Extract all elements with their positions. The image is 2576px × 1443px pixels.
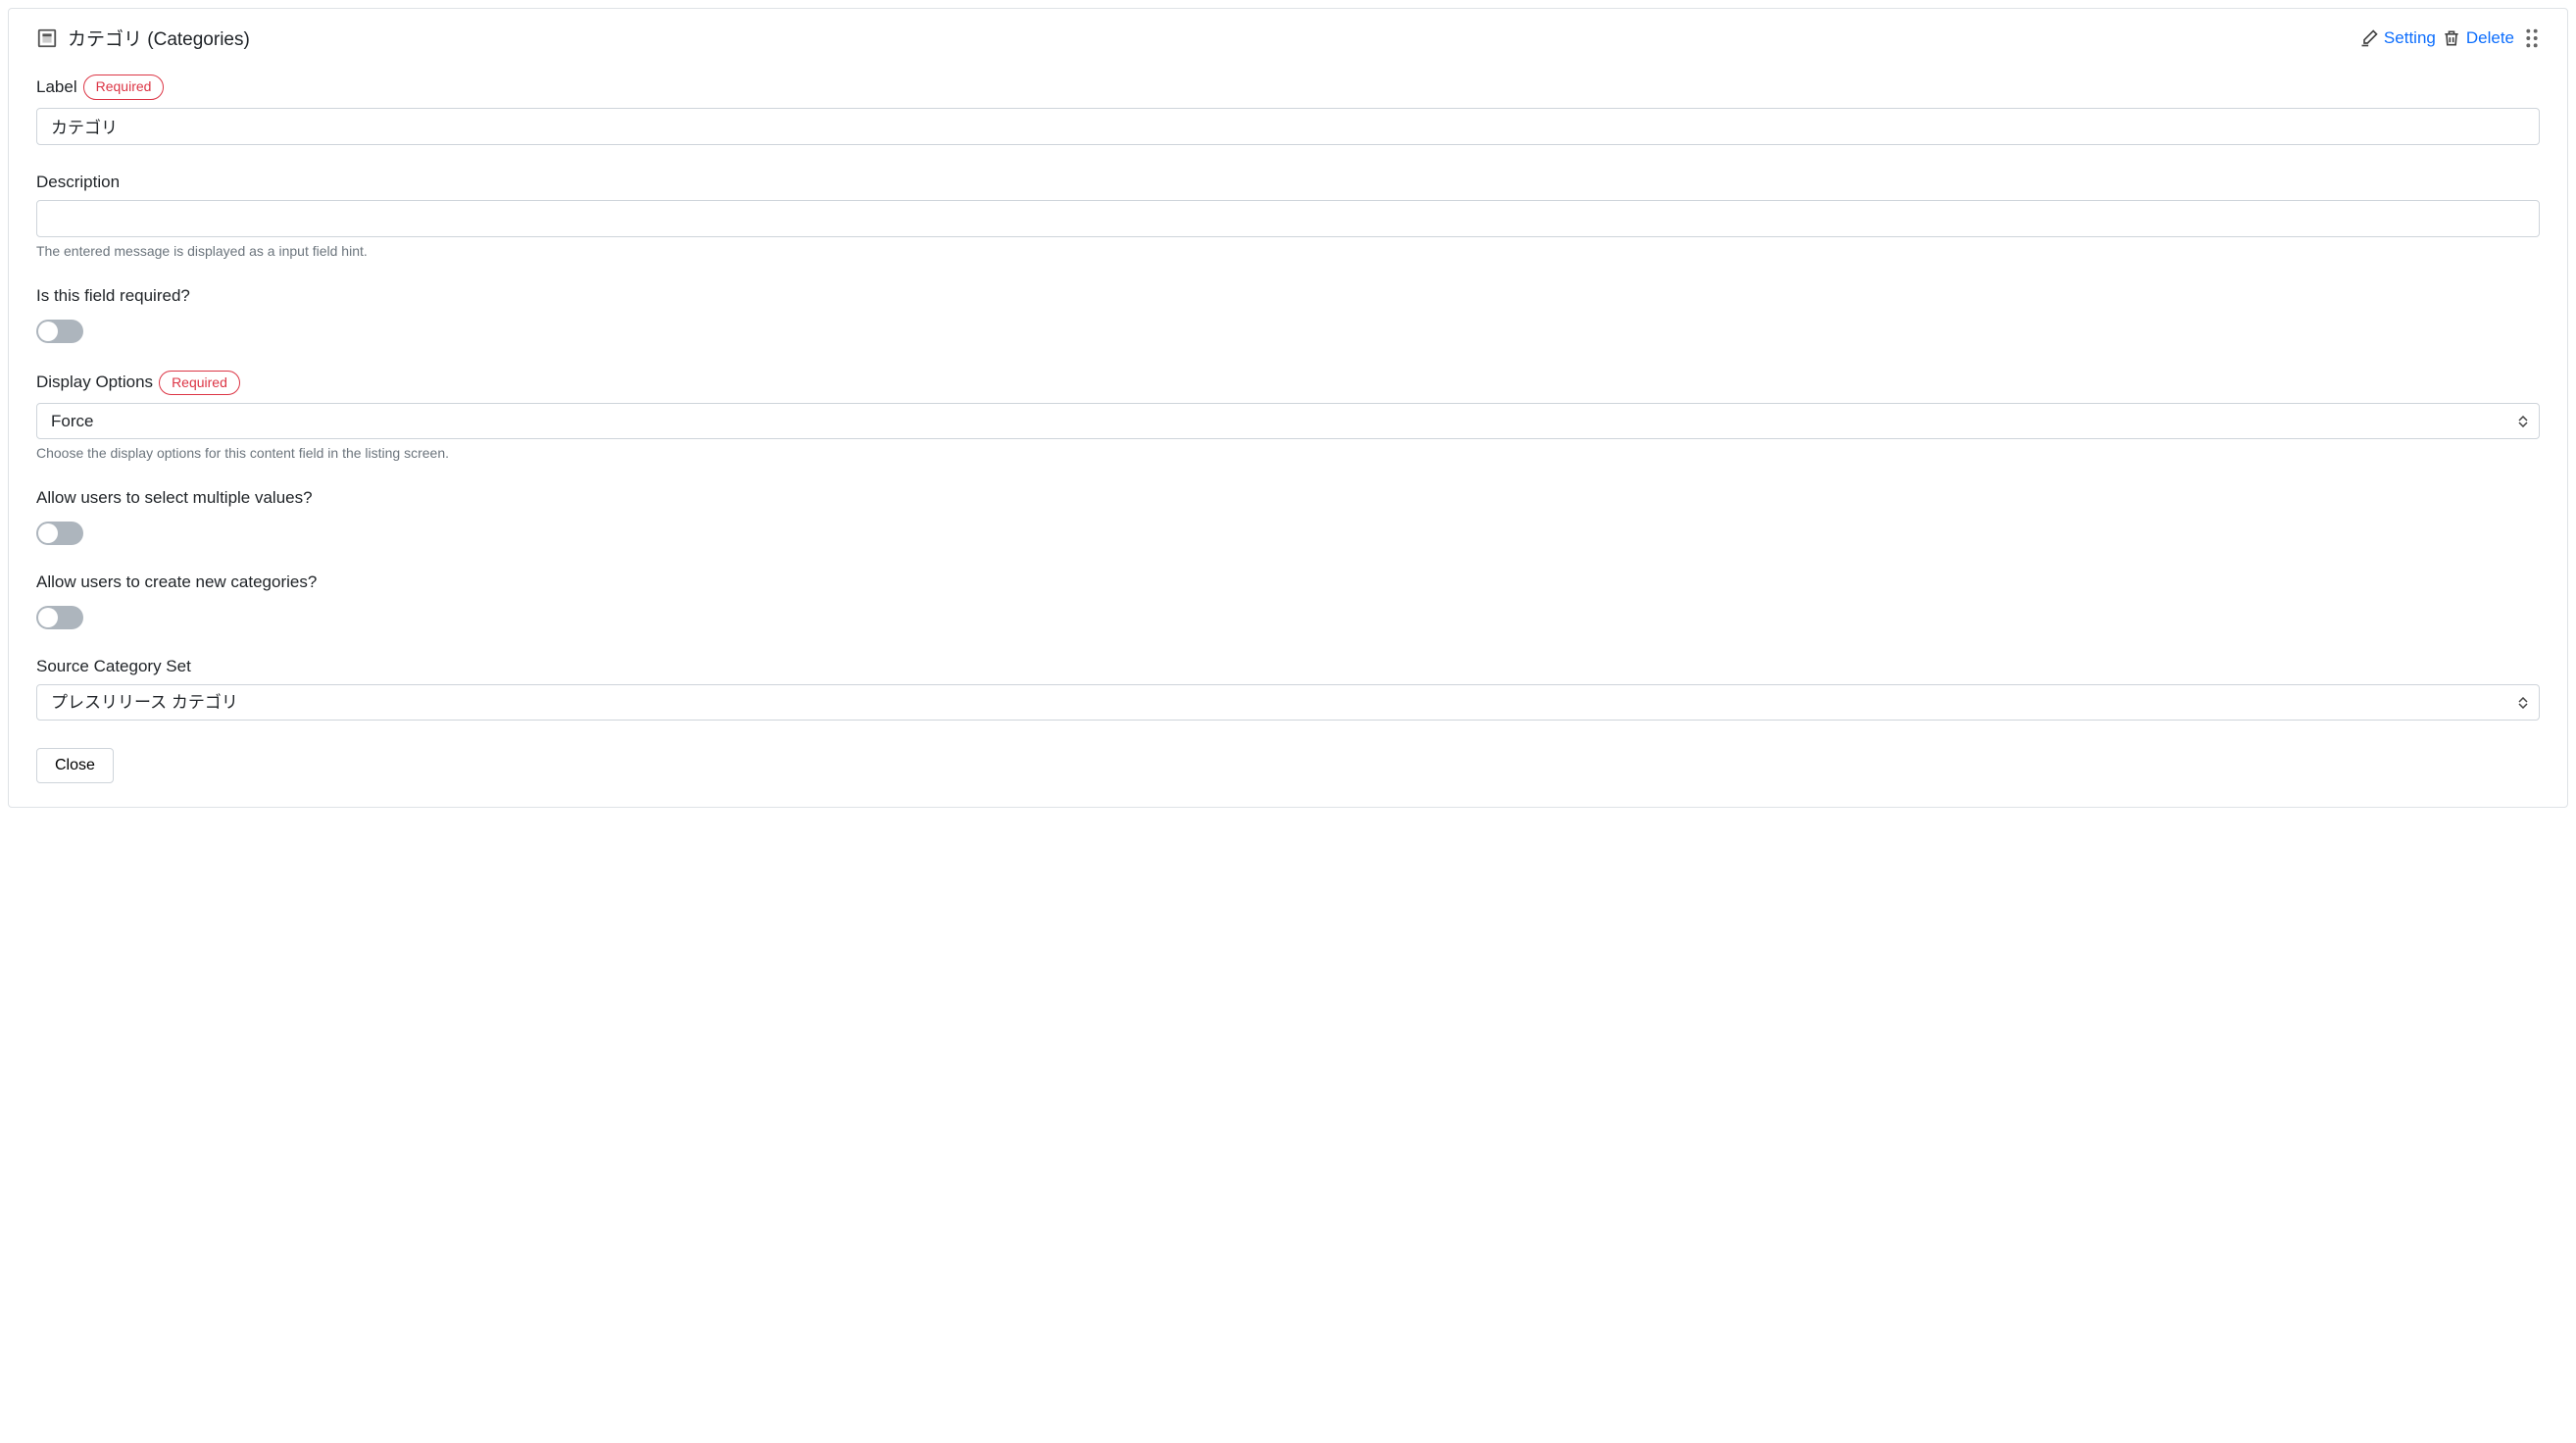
multiple-values-label-wrap: Allow users to select multiple values? [36,488,313,508]
required-badge: Required [159,371,240,396]
display-options-label-wrap: Display Options Required [36,371,240,396]
multiple-values-toggle[interactable] [36,522,83,545]
close-button[interactable]: Close [36,748,114,783]
panel-title-wrap: カテゴリ (Categories) [36,25,250,51]
source-set-select[interactable]: プレスリリース カテゴリ [36,684,2540,721]
multiple-values-label: Allow users to select multiple values? [36,488,313,508]
create-categories-toggle[interactable] [36,606,83,629]
field-create-categories-group: Allow users to create new categories? [36,572,2540,629]
display-options-hint: Choose the display options for this cont… [36,445,2540,461]
drag-handle-icon[interactable] [2524,27,2540,49]
field-multiple-values-group: Allow users to select multiple values? [36,488,2540,545]
categories-icon [36,27,58,49]
description-hint: The entered message is displayed as a in… [36,243,2540,259]
delete-label: Delete [2466,28,2514,48]
panel-header: カテゴリ (Categories) Setting [36,25,2540,51]
delete-link[interactable]: Delete [2442,28,2514,48]
label-label-wrap: Label Required [36,75,164,100]
label-input[interactable] [36,108,2540,145]
field-display-options-group: Display Options Required Force Choose th… [36,371,2540,462]
trash-icon [2442,28,2461,48]
create-categories-label-wrap: Allow users to create new categories? [36,572,317,592]
setting-link[interactable]: Setting [2359,28,2436,48]
source-set-label-wrap: Source Category Set [36,657,191,676]
required-badge: Required [83,75,165,100]
description-label: Description [36,173,120,192]
field-label-group: Label Required [36,75,2540,145]
field-panel: カテゴリ (Categories) Setting [8,8,2568,808]
label-label: Label [36,77,77,97]
required-label: Is this field required? [36,286,190,306]
field-source-set-group: Source Category Set プレスリリース カテゴリ [36,657,2540,721]
display-options-label: Display Options [36,373,153,392]
panel-actions: Setting Delete [2359,27,2540,49]
display-options-select[interactable]: Force [36,403,2540,439]
description-label-wrap: Description [36,173,120,192]
panel-title: カテゴリ (Categories) [68,25,250,51]
source-set-label: Source Category Set [36,657,191,676]
required-toggle[interactable] [36,320,83,343]
field-required-group: Is this field required? [36,286,2540,343]
setting-label: Setting [2384,28,2436,48]
toggle-knob [38,608,58,627]
edit-icon [2359,28,2379,48]
toggle-knob [38,322,58,341]
required-label-wrap: Is this field required? [36,286,190,306]
create-categories-label: Allow users to create new categories? [36,572,317,592]
toggle-knob [38,523,58,543]
description-input[interactable] [36,200,2540,237]
source-set-select-wrap: プレスリリース カテゴリ [36,684,2540,721]
field-description-group: Description The entered message is displ… [36,173,2540,259]
display-options-select-wrap: Force [36,403,2540,439]
